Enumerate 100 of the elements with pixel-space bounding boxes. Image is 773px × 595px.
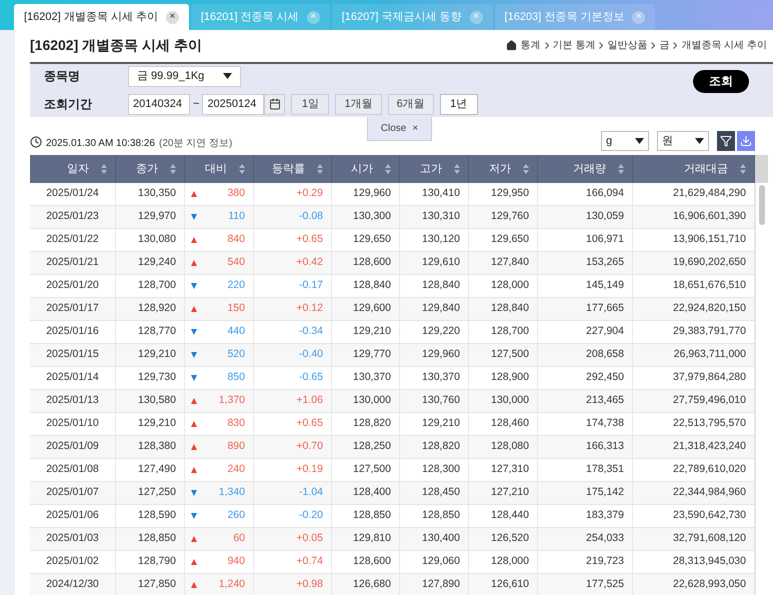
table-cell-text: 2025/01/23 — [46, 209, 99, 224]
scrollbar[interactable] — [755, 155, 768, 595]
period-button[interactable]: 1년 — [440, 94, 478, 115]
table-cell-text: 2025/01/20 — [46, 278, 99, 294]
table-cell-text: 220 — [227, 278, 245, 294]
table-cell-text: 127,210 — [491, 485, 529, 500]
up-triangle-icon — [191, 421, 197, 428]
sort-icon[interactable] — [454, 164, 460, 174]
table-cell-text: 128,840 — [422, 278, 460, 294]
table-cell-text: 127,500 — [353, 462, 391, 478]
tab[interactable]: [16202] 개별종목 시세 추이 × — [14, 4, 189, 30]
down-triangle-icon — [191, 214, 197, 220]
table-cell-text: 128,850 — [422, 508, 460, 524]
table-cell-text: 127,890 — [422, 577, 460, 592]
calendar-button[interactable] — [264, 94, 286, 115]
table-cell-text: 254,033 — [586, 531, 624, 546]
up-triangle-icon — [191, 536, 197, 542]
table-cell-text: 177,665 — [586, 301, 624, 316]
table-cell-text: 22,789,610,020 — [673, 462, 746, 478]
table-cell-text: 37,979,864,280 — [673, 370, 746, 386]
tab-label: [16202] 개별종목 시세 추이 — [24, 10, 158, 25]
table-cell-text: -0.08 — [299, 209, 323, 224]
table-cell-text: +0.65 — [296, 416, 323, 432]
period-button[interactable]: 1개월 — [335, 94, 382, 115]
table-cell-text: 2025/01/08 — [46, 462, 99, 478]
up-triangle-icon — [191, 444, 197, 450]
breadcrumb-link[interactable]: 통계 — [520, 38, 541, 54]
table-cell-text: 292,450 — [586, 370, 624, 386]
table-cell-text: 128,820 — [422, 439, 460, 454]
table-cell-text: +1.06 — [296, 393, 323, 408]
filter-button[interactable] — [717, 131, 735, 152]
down-triangle-icon — [191, 329, 197, 336]
table-cell-text: 2025/01/10 — [46, 416, 99, 432]
table-cell-text: 127,250 — [138, 485, 176, 500]
tab-close-button[interactable]: × — [166, 10, 179, 24]
period-button[interactable]: 1일 — [291, 94, 330, 115]
table-cell-text: 128,850 — [353, 508, 391, 524]
search-button[interactable]: 조회 — [693, 70, 749, 93]
table-cell-text: 130,370 — [422, 370, 460, 386]
table-cell-text: 128,900 — [491, 370, 529, 386]
table-cell-text: 2025/01/17 — [46, 301, 99, 316]
range-separator: ~ — [192, 96, 200, 112]
table-cell-text: 128,590 — [138, 508, 176, 524]
table-cell-text: 540 — [227, 255, 245, 270]
table-cell-text: +0.05 — [296, 531, 323, 546]
sort-icon[interactable] — [740, 164, 746, 174]
sort-icon[interactable] — [170, 164, 176, 174]
dropdown-caret-icon — [695, 138, 704, 144]
table-cell-text: 127,850 — [138, 577, 176, 592]
sort-icon[interactable] — [317, 164, 323, 174]
breadcrumb-link[interactable]: 기본 통계 — [552, 38, 596, 54]
table-cell-text: 128,250 — [353, 439, 391, 454]
table-cell-text: +0.98 — [296, 577, 323, 592]
up-triangle-icon — [191, 306, 197, 312]
home-icon[interactable] — [506, 40, 517, 52]
breadcrumb-link[interactable]: 일반상품 — [607, 38, 648, 54]
table-cell-text: 2025/01/21 — [46, 255, 99, 270]
table-cell-text: -0.17 — [299, 278, 323, 294]
table-cell-text: 127,310 — [491, 462, 529, 478]
download-icon — [740, 135, 752, 148]
table-cell-text: 2025/01/13 — [46, 393, 99, 408]
table-cell-text: 18,651,676,510 — [673, 278, 746, 294]
calendar-icon — [268, 98, 281, 110]
table-cell-text: 126,610 — [491, 577, 529, 592]
sort-icon[interactable] — [618, 164, 624, 174]
table-cell-text: 130,580 — [138, 393, 176, 408]
down-triangle-icon — [191, 352, 197, 358]
currency-select[interactable]: 원 — [657, 131, 709, 152]
table-cell-text: 128,440 — [491, 508, 529, 524]
table-cell-text: 178,351 — [586, 462, 624, 478]
table-cell-text: 128,400 — [353, 485, 391, 500]
item-select[interactable]: 금 99.99_1Kg — [128, 66, 241, 87]
sort-icon[interactable] — [101, 164, 107, 174]
table-cell-text: 130,080 — [138, 232, 176, 248]
start-date-field[interactable]: 20140324 — [128, 94, 190, 115]
table-cell-text: 22,924,820,150 — [673, 301, 746, 316]
breadcrumb-link[interactable]: 개별종목 시세 추이 — [681, 38, 767, 54]
end-date-field[interactable]: 20250124 — [202, 94, 264, 115]
table-cell-text: 130,370 — [353, 370, 391, 386]
table-cell-text: 129,960 — [422, 347, 460, 362]
table-cell-text: 32,791,608,120 — [673, 531, 746, 546]
chevron-right-icon — [599, 42, 604, 50]
sort-icon[interactable] — [239, 164, 245, 174]
unit-select[interactable]: g — [601, 131, 649, 152]
breadcrumb-link[interactable]: 금 — [659, 38, 670, 54]
sort-icon[interactable] — [523, 164, 529, 174]
table-cell-text: +0.65 — [296, 232, 323, 248]
table-cell-text: 130,410 — [422, 186, 460, 202]
table-cell-text: -0.34 — [299, 324, 323, 340]
table-cell-text: 128,000 — [491, 278, 529, 294]
close-panel-tab[interactable]: Close × — [367, 116, 432, 141]
table-cell-text: 2025/01/14 — [46, 370, 99, 386]
table-cell-text: 129,950 — [491, 186, 529, 202]
sort-icon[interactable] — [385, 164, 391, 174]
period-button[interactable]: 6개월 — [388, 94, 434, 115]
table-cell-text: 227,904 — [586, 324, 624, 340]
table-cell-text: +0.42 — [296, 255, 323, 270]
table-cell-text: 129,210 — [422, 416, 460, 432]
table-cell-text: 2024/12/30 — [46, 577, 99, 592]
down-triangle-icon — [191, 490, 197, 496]
